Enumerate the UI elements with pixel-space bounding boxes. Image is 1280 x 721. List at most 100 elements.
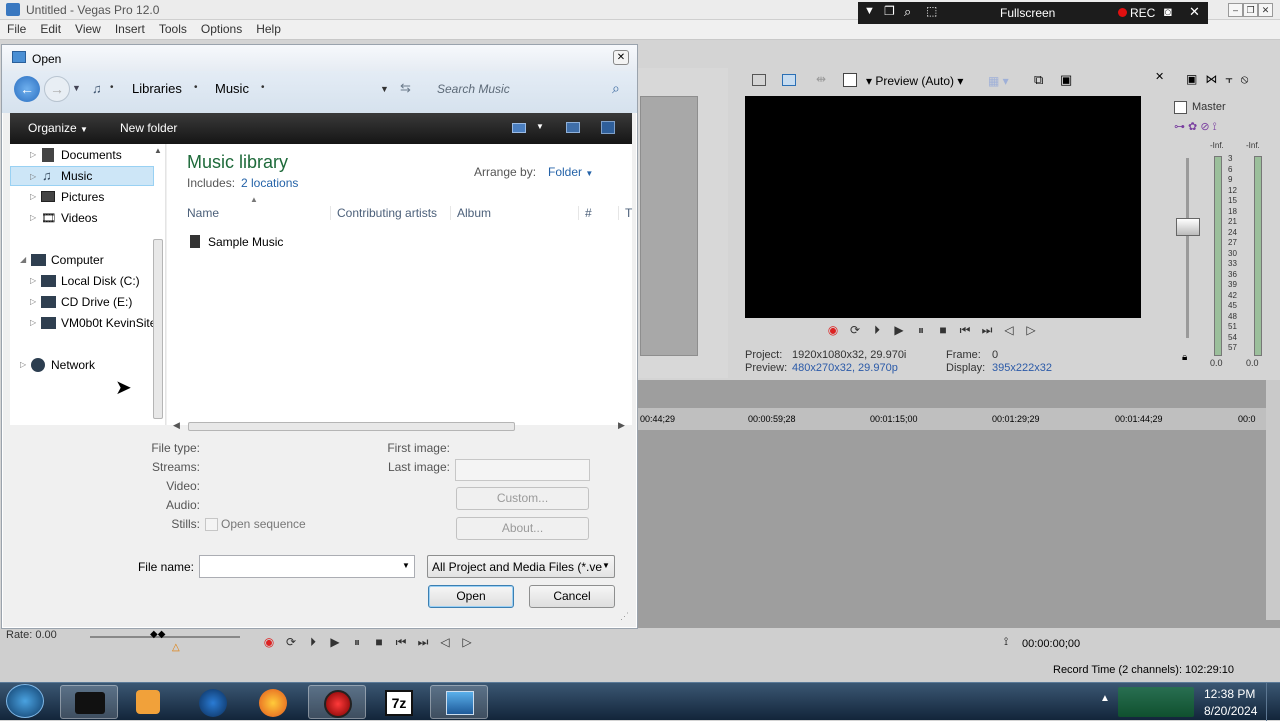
- region-icon[interactable]: ⬚: [926, 4, 937, 18]
- play-icon[interactable]: ▶: [324, 635, 346, 649]
- next-frame-icon[interactable]: ▷: [456, 635, 478, 649]
- nav-scrollbar[interactable]: ▲: [153, 146, 163, 420]
- arrange-dropdown[interactable]: Folder ▼: [548, 165, 593, 179]
- breadcrumb-music[interactable]: Music: [215, 81, 249, 96]
- nav-item-local-disk[interactable]: ▷ Local Disk (C:): [10, 271, 166, 291]
- overlay-icon[interactable]: [843, 73, 857, 87]
- minimize-button[interactable]: –: [1228, 3, 1243, 17]
- scroll-left-icon[interactable]: ◀: [173, 420, 180, 431]
- refresh-icon[interactable]: ⇆: [400, 80, 411, 96]
- menu-insert[interactable]: Insert: [108, 20, 152, 38]
- scroll-up-icon[interactable]: ▲: [154, 146, 162, 155]
- clock-date[interactable]: 8/20/2024: [1204, 704, 1257, 718]
- collapse-arrow-icon[interactable]: ◢: [20, 250, 26, 270]
- address-dropdown-icon[interactable]: ▼: [380, 84, 389, 94]
- organize-button[interactable]: Organize ▼: [28, 121, 88, 135]
- close-icon[interactable]: ✕: [1189, 4, 1200, 20]
- loop-icon[interactable]: ⟳: [844, 323, 866, 337]
- resize-grip-icon[interactable]: ⋰: [620, 611, 629, 622]
- open-sequence-checkbox[interactable]: [205, 518, 218, 531]
- nav-item-computer[interactable]: ◢ Computer: [10, 250, 154, 270]
- column-album[interactable]: Album: [450, 206, 491, 220]
- column-title[interactable]: T: [618, 206, 632, 220]
- file-name-input[interactable]: ▼: [199, 555, 415, 578]
- taskbar-app-media[interactable]: [120, 685, 178, 719]
- menu-view[interactable]: View: [68, 20, 108, 38]
- tray-up-icon[interactable]: ▲: [1100, 693, 1110, 704]
- search-icon[interactable]: ⌕: [904, 4, 911, 20]
- start-button[interactable]: [6, 684, 44, 718]
- master-icon[interactable]: [1174, 101, 1187, 114]
- expand-arrow-icon[interactable]: ▷: [30, 187, 36, 207]
- nav-item-music[interactable]: ▷ ♫ Music: [10, 166, 154, 186]
- nav-scroll-thumb[interactable]: [153, 239, 163, 419]
- column-number[interactable]: #: [578, 206, 592, 220]
- dialog-close-button[interactable]: ✕: [613, 50, 629, 65]
- monitor-icon[interactable]: [782, 74, 796, 86]
- preview-pane-icon[interactable]: [566, 122, 580, 133]
- custom-button[interactable]: Custom...: [456, 487, 589, 510]
- help-icon[interactable]: [601, 121, 615, 134]
- nav-item-cd-drive[interactable]: ▷ CD Drive (E:): [10, 292, 166, 312]
- expand-arrow-icon[interactable]: ▷: [30, 208, 36, 228]
- expand-arrow-icon[interactable]: ▷: [30, 145, 36, 165]
- taskbar-app-7zip[interactable]: 7z: [370, 685, 428, 719]
- expand-arrow-icon[interactable]: ▷: [30, 292, 36, 312]
- expand-arrow-icon[interactable]: ▷: [30, 271, 36, 291]
- close-button[interactable]: ✕: [1258, 3, 1273, 17]
- play-from-start-icon[interactable]: ⏵: [866, 323, 888, 338]
- save-snapshot-icon[interactable]: ▣: [1060, 72, 1072, 88]
- close-panel-icon[interactable]: ✕: [1155, 70, 1164, 83]
- expand-arrow-icon[interactable]: ▷: [20, 355, 26, 375]
- rec-label[interactable]: REC: [1130, 6, 1155, 20]
- search-input[interactable]: Search Music ⌕: [428, 77, 632, 101]
- maximize-button[interactable]: ❐: [1243, 3, 1258, 17]
- taskbar-app-firefox[interactable]: [244, 685, 302, 719]
- menu-tools[interactable]: Tools: [152, 20, 194, 38]
- lock-icon[interactable]: 🔒︎: [1182, 352, 1187, 363]
- play-from-start-icon[interactable]: ⏵: [302, 635, 324, 650]
- nav-item-pictures[interactable]: ▷ Pictures: [10, 187, 154, 207]
- menu-file[interactable]: File: [0, 20, 33, 38]
- taskbar-app-vegas[interactable]: [430, 685, 488, 719]
- loop-icon[interactable]: ⟳: [280, 635, 302, 649]
- nav-item-network[interactable]: ▷ Network: [10, 355, 154, 375]
- split-icon[interactable]: ⇹: [816, 72, 826, 86]
- menu-options[interactable]: Options: [194, 20, 249, 38]
- back-button[interactable]: ←: [14, 76, 40, 102]
- prev-frame-icon[interactable]: ◁: [998, 323, 1020, 337]
- includes-locations-link[interactable]: 2 locations: [241, 176, 298, 190]
- play-icon[interactable]: ▶: [888, 323, 910, 337]
- camera-icon[interactable]: ◙: [1164, 4, 1172, 19]
- grid-icon[interactable]: ▦ ▾: [988, 74, 1009, 88]
- timeline-vscrollbar[interactable]: [1266, 380, 1280, 620]
- nav-item-documents[interactable]: ▷ Documents: [10, 145, 154, 165]
- nav-item-videos[interactable]: ▷ 🎞︎ Videos: [10, 208, 154, 228]
- taskbar-app-recorder[interactable]: [308, 685, 366, 719]
- stop-icon[interactable]: ■: [932, 323, 954, 337]
- go-start-icon[interactable]: ⏮: [390, 635, 412, 650]
- scroll-right-icon[interactable]: ▶: [618, 420, 625, 431]
- expand-arrow-icon[interactable]: ▷: [30, 167, 36, 187]
- show-desktop-button[interactable]: [1266, 683, 1280, 721]
- go-end-icon[interactable]: ⏭: [976, 323, 998, 338]
- view-dropdown-icon[interactable]: ▼: [536, 122, 544, 131]
- taskbar-app-browser[interactable]: [184, 685, 242, 719]
- go-start-icon[interactable]: ⏮: [954, 323, 976, 338]
- window-icon[interactable]: ❐: [884, 4, 895, 18]
- list-item[interactable]: Sample Music: [187, 232, 327, 252]
- file-type-select[interactable]: All Project and Media Files (*.ve ▼: [427, 555, 615, 578]
- breadcrumb-libraries[interactable]: Libraries: [132, 81, 182, 96]
- record-icon[interactable]: ◉: [258, 635, 280, 649]
- expand-arrow-icon[interactable]: ▷: [30, 313, 36, 333]
- preview-settings-icon[interactable]: [752, 74, 766, 86]
- volume-fader-handle[interactable]: [1176, 218, 1200, 236]
- menu-help[interactable]: Help: [249, 20, 288, 38]
- nav-item-network-drive[interactable]: ▷ VM0b0t KevinSite: [10, 313, 166, 333]
- column-contributing-artists[interactable]: Contributing artists: [330, 206, 437, 220]
- pause-icon[interactable]: ⏸: [346, 635, 368, 650]
- dropdown-icon[interactable]: ▼: [864, 5, 875, 17]
- file-list-hscrollbar[interactable]: ◀ ▶: [173, 419, 629, 435]
- rate-slider-thumb-icon[interactable]: ◆◆: [150, 629, 165, 640]
- clock-time[interactable]: 12:38 PM: [1204, 687, 1255, 701]
